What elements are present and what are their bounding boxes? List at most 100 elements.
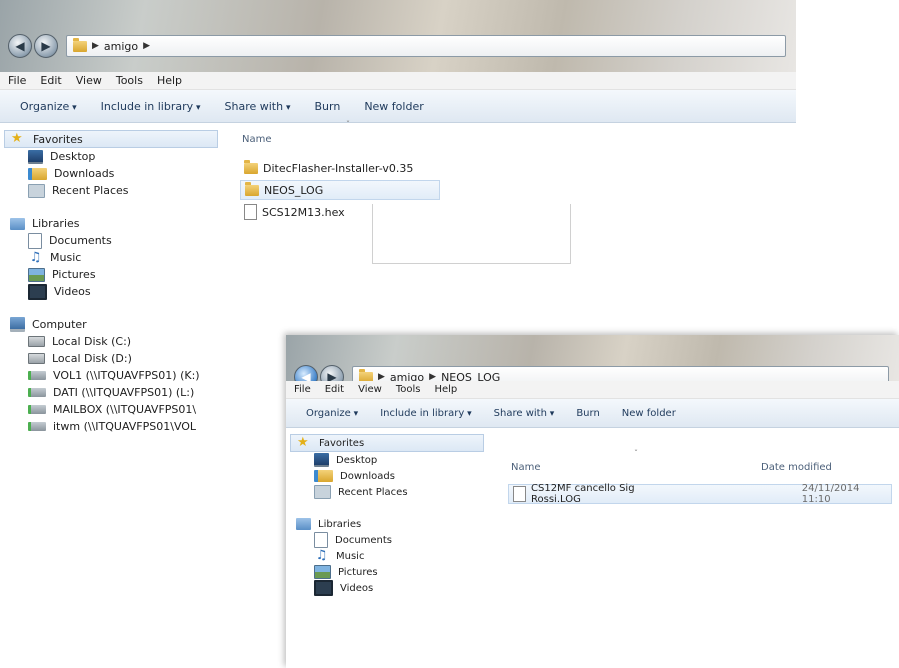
music-icon: ♫	[29, 249, 42, 265]
back-button[interactable]: ◀	[8, 34, 32, 58]
organize-button[interactable]: Organize	[306, 408, 358, 419]
file-date-modified: 24/11/2014 11:10	[801, 483, 860, 505]
star-icon: ★	[11, 131, 23, 146]
forward-button[interactable]: ▶	[34, 34, 58, 58]
nav-desktop[interactable]: Desktop	[286, 452, 496, 468]
nav-downloads[interactable]: Downloads	[0, 165, 230, 182]
breadcrumb-amigo[interactable]: amigo	[104, 40, 138, 53]
network-drive-icon	[28, 371, 46, 380]
network-drive-icon	[28, 405, 46, 414]
nav-label: Videos	[340, 582, 374, 594]
hard-disk-icon	[28, 336, 45, 347]
menu-help[interactable]: Help	[157, 74, 182, 87]
nav-drive-itwm[interactable]: itwm (\\ITQUAVFPS01\VOL	[0, 418, 230, 435]
nav-drive-l[interactable]: DATI (\\ITQUAVFPS01) (L:)	[0, 384, 230, 401]
nav-label: Recent Places	[52, 184, 129, 197]
file-name: DitecFlasher-Installer-v0.35	[263, 161, 414, 175]
nav-drive-k[interactable]: VOL1 (\\ITQUAVFPS01) (K:)	[0, 367, 230, 384]
nav-videos[interactable]: Videos	[0, 283, 230, 300]
nav-pictures[interactable]: Pictures	[0, 266, 230, 283]
nav-drive-c[interactable]: Local Disk (C:)	[0, 333, 230, 350]
file-row[interactable]: CS12MF cancello Sig Rossi.LOG 24/11/2014…	[508, 483, 892, 505]
menu-help[interactable]: Help	[434, 384, 457, 395]
nav-buttons: ◀ ▶	[8, 34, 58, 58]
videos-icon	[314, 580, 333, 596]
nav-label: Computer	[32, 318, 87, 331]
nav-label: VOL1 (\\ITQUAVFPS01) (K:)	[53, 369, 200, 382]
nav-music[interactable]: ♫ Music	[286, 548, 496, 564]
folder-icon	[245, 181, 259, 196]
nav-drive-d[interactable]: Local Disk (D:)	[0, 350, 230, 367]
column-header-name[interactable]: Name	[242, 134, 272, 145]
new-folder-button[interactable]: New folder	[622, 408, 676, 419]
column-header-name[interactable]: Name	[511, 462, 541, 473]
nav-drive-mailbox[interactable]: MAILBOX (\\ITQUAVFPS01\	[0, 401, 230, 418]
share-with-button[interactable]: Share with	[494, 408, 555, 419]
nav-label: Pictures	[52, 268, 96, 281]
menu-file[interactable]: File	[8, 74, 26, 87]
menu-view[interactable]: View	[76, 74, 102, 87]
menu-bar: File Edit View Tools Help	[286, 381, 899, 399]
hard-disk-icon	[28, 353, 45, 364]
sort-arrow-icon: ˇ	[346, 120, 350, 129]
command-bar: Organize Include in library Share with B…	[286, 399, 899, 428]
nav-recent-places[interactable]: Recent Places	[286, 484, 496, 500]
nav-favorites[interactable]: ★ Favorites	[4, 130, 218, 148]
share-with-button[interactable]: Share with	[225, 100, 291, 113]
nav-label: Libraries	[32, 217, 80, 230]
command-bar: Organize Include in library Share with B…	[0, 90, 796, 123]
menu-tools[interactable]: Tools	[396, 384, 421, 395]
burn-button[interactable]: Burn	[314, 100, 340, 113]
nav-music[interactable]: ♫ Music	[0, 249, 230, 266]
title-bar: ◀ ▶ ▶ amigo ▶ NEOS_LOG	[286, 335, 899, 389]
nav-documents[interactable]: Documents	[0, 232, 230, 249]
menu-edit[interactable]: Edit	[325, 384, 344, 395]
address-bar[interactable]: ▶ amigo ▶	[66, 35, 786, 57]
recent-places-icon	[28, 183, 45, 198]
file-row[interactable]: DitecFlasher-Installer-v0.35	[240, 159, 413, 177]
nav-documents[interactable]: Documents	[286, 532, 496, 548]
nav-pictures[interactable]: Pictures	[286, 564, 496, 580]
navigation-pane: ★ Favorites Desktop Downloads Recent Pla…	[0, 124, 230, 523]
nav-libraries[interactable]: Libraries	[0, 215, 230, 232]
organize-button[interactable]: Organize	[20, 100, 77, 113]
network-drive-icon	[28, 388, 46, 397]
downloads-icon	[28, 167, 47, 180]
blank-popup	[372, 204, 571, 264]
nav-libraries[interactable]: Libraries	[286, 516, 496, 532]
nav-desktop[interactable]: Desktop	[0, 148, 230, 165]
file-row[interactable]: SCS12M13.hex	[240, 203, 345, 221]
chevron-right-icon[interactable]: ▶	[143, 41, 150, 51]
nav-label: DATI (\\ITQUAVFPS01) (L:)	[53, 386, 195, 399]
computer-icon	[10, 317, 25, 332]
nav-computer[interactable]: Computer	[0, 316, 230, 333]
menu-file[interactable]: File	[294, 384, 311, 395]
libraries-icon	[296, 518, 311, 530]
nav-label: Music	[50, 251, 82, 264]
menu-tools[interactable]: Tools	[116, 74, 143, 87]
menu-bar: File Edit View Tools Help	[0, 72, 796, 90]
nav-label: Libraries	[318, 518, 362, 530]
include-in-library-button[interactable]: Include in library	[380, 408, 471, 419]
nav-downloads[interactable]: Downloads	[286, 468, 496, 484]
nav-label: Music	[336, 550, 365, 562]
pictures-icon	[28, 267, 45, 282]
desktop-icon	[314, 453, 329, 467]
nav-recent-places[interactable]: Recent Places	[0, 182, 230, 199]
menu-edit[interactable]: Edit	[40, 74, 61, 87]
pictures-icon	[314, 565, 331, 579]
column-header-date-modified[interactable]: Date modified	[761, 462, 832, 473]
network-drive-icon	[28, 422, 46, 431]
include-in-library-button[interactable]: Include in library	[101, 100, 201, 113]
nav-favorites[interactable]: ★ Favorites	[290, 434, 484, 452]
menu-view[interactable]: View	[358, 384, 382, 395]
nav-videos[interactable]: Videos	[286, 580, 496, 596]
nav-label: Documents	[335, 534, 393, 546]
file-row[interactable]: NEOS_LOG	[240, 180, 440, 200]
new-folder-button[interactable]: New folder	[364, 100, 423, 113]
burn-button[interactable]: Burn	[576, 408, 599, 419]
nav-label: Desktop	[336, 454, 378, 466]
